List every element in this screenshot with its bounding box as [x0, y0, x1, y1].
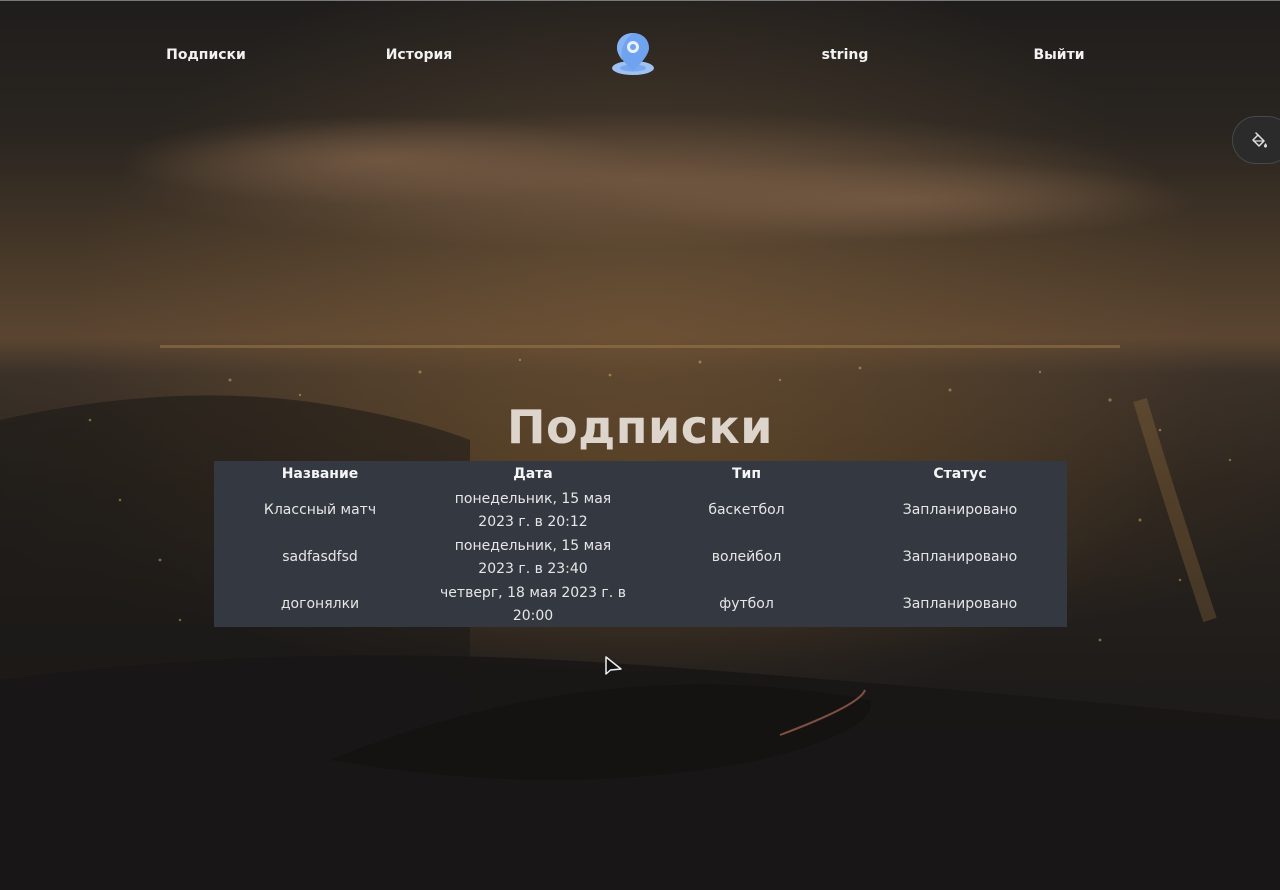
cell-date: понедельник, 15 мая 2023 г. в 20:12 [454, 490, 612, 530]
cell-type: футбол [719, 596, 774, 612]
page-title: Подписки [507, 400, 773, 454]
table-header-row: Название Дата Тип Статус [214, 461, 1067, 487]
table-row[interactable]: Классный матч понедельник, 15 мая 2023 г… [214, 487, 1067, 534]
cell-name: Классный матч [263, 502, 377, 518]
subscriptions-table: Название Дата Тип Статус Классный матч п… [214, 461, 1067, 627]
cell-name: sadfasdfsd [282, 549, 358, 565]
nav-link-logout[interactable]: Выйти [1033, 45, 1084, 65]
theme-toggle-button[interactable] [1232, 116, 1280, 164]
top-navigation: Подписки История string Выйти [0, 0, 1280, 110]
paint-bucket-icon [1252, 132, 1267, 148]
cell-date: понедельник, 15 мая 2023 г. в 23:40 [454, 537, 612, 577]
cell-date: четверг, 18 мая 2023 г. в 20:00 [440, 584, 626, 624]
nav-link-history[interactable]: История [386, 45, 453, 65]
column-header-status: Статус [933, 466, 987, 482]
table-row[interactable]: sadfasdfsd понедельник, 15 мая 2023 г. в… [214, 534, 1067, 581]
column-header-name: Название [281, 466, 359, 482]
cell-name: догонялки [280, 596, 360, 612]
cell-type: баскетбол [708, 502, 785, 518]
column-header-date: Дата [513, 466, 553, 482]
cell-status: Запланировано [902, 596, 1018, 612]
cell-type: волейбол [711, 549, 782, 565]
nav-link-username[interactable]: string [822, 45, 869, 65]
mouse-cursor-icon [605, 656, 622, 675]
cell-status: Запланировано [902, 549, 1018, 565]
nav-link-subscriptions[interactable]: Подписки [166, 45, 246, 65]
top-border [0, 0, 1280, 1]
table-row[interactable]: догонялки четверг, 18 мая 2023 г. в 20:0… [214, 581, 1067, 628]
column-header-type: Тип [731, 466, 762, 482]
map-pin-icon[interactable] [611, 31, 655, 77]
cell-status: Запланировано [902, 502, 1018, 518]
